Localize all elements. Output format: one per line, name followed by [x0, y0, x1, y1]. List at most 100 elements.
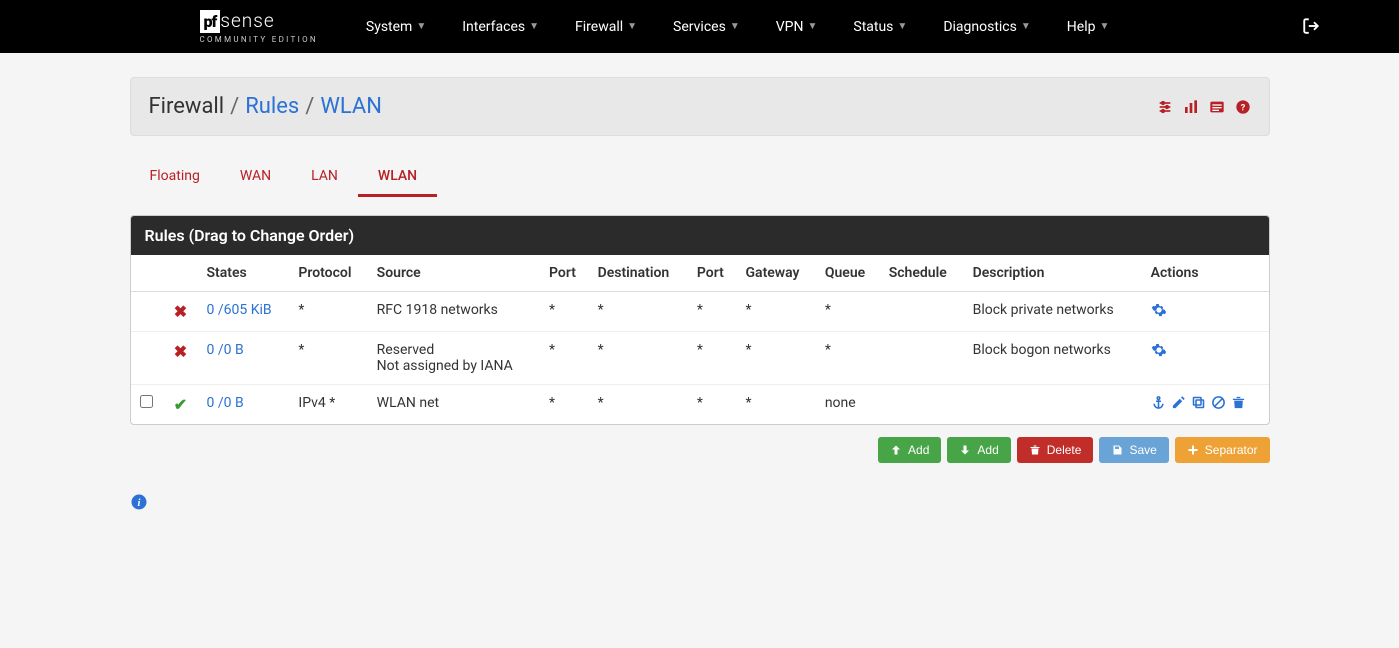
nav-status[interactable]: Status▼ [835, 3, 925, 51]
caret-icon: ▼ [730, 21, 740, 32]
add-label: Add [908, 443, 929, 457]
cell-source: RFC 1918 networks [369, 292, 541, 332]
cell-gateway: * [738, 332, 817, 385]
cell-queue: * [817, 332, 881, 385]
anchor-icon[interactable] [1151, 395, 1166, 410]
col-states: States [199, 255, 291, 292]
states-link[interactable]: 0 /0 B [207, 395, 244, 411]
col-source: Source [369, 255, 541, 292]
col-status [163, 255, 199, 292]
cell-destination: * [590, 292, 689, 332]
cell-source: WLAN net [369, 385, 541, 425]
log-icon[interactable] [1209, 99, 1225, 115]
edit-icon[interactable] [1171, 395, 1186, 410]
col-protocol: Protocol [290, 255, 368, 292]
cell-schedule [881, 292, 965, 332]
tab-lan[interactable]: LAN [291, 158, 358, 197]
cell-gateway: * [738, 292, 817, 332]
col-queue: Queue [817, 255, 881, 292]
logo-suffix: sense [220, 9, 274, 32]
caret-icon: ▼ [529, 21, 539, 32]
cell-description [965, 385, 1143, 425]
col-checkbox [131, 255, 163, 292]
top-navbar: pfsense COMMUNITY EDITION System▼ Interf… [0, 0, 1399, 53]
copy-icon[interactable] [1191, 395, 1206, 410]
col-description: Description [965, 255, 1143, 292]
nav-interfaces[interactable]: Interfaces▼ [444, 3, 557, 51]
col-gateway: Gateway [738, 255, 817, 292]
caret-icon: ▼ [416, 21, 426, 32]
states-link[interactable]: 0 /0 B [207, 342, 244, 358]
nav-menu: System▼ Interfaces▼ Firewall▼ Services▼ … [348, 3, 1127, 51]
cell-source: ReservedNot assigned by IANA [369, 332, 541, 385]
tab-wan[interactable]: WAN [220, 158, 291, 197]
col-schedule: Schedule [881, 255, 965, 292]
cell-description: Block private networks [965, 292, 1143, 332]
button-bar: Add Add Delete Save Separator [130, 437, 1270, 463]
row-checkbox[interactable] [140, 395, 153, 408]
table-row[interactable]: ✖0 /605 KiB*RFC 1918 networks*****Block … [131, 292, 1269, 332]
breadcrumb-rules[interactable]: Rules [245, 94, 299, 119]
interface-tabs: Floating WAN LAN WLAN [130, 158, 1270, 197]
cell-destination: * [590, 385, 689, 425]
col-port: Port [541, 255, 590, 292]
col-actions: Actions [1143, 255, 1269, 292]
add-top-button[interactable]: Add [878, 437, 941, 463]
nav-system[interactable]: System▼ [348, 3, 444, 51]
cell-actions [1143, 292, 1269, 332]
settings-icon[interactable] [1157, 99, 1173, 115]
pass-icon: ✔ [174, 395, 187, 414]
table-row[interactable]: ✖0 /0 B*ReservedNot assigned by IANA****… [131, 332, 1269, 385]
cell-protocol: IPv4 * [290, 385, 368, 425]
gear-icon[interactable] [1151, 342, 1261, 358]
nav-vpn[interactable]: VPN▼ [758, 3, 836, 51]
logout-icon [1302, 17, 1320, 35]
breadcrumb-wlan[interactable]: WLAN [320, 94, 382, 119]
arrow-down-icon [959, 444, 971, 456]
nav-firewall[interactable]: Firewall▼ [557, 3, 655, 51]
breadcrumb: Firewall / Rules / WLAN [149, 94, 382, 119]
rules-table: States Protocol Source Port Destination … [131, 255, 1269, 424]
block-icon: ✖ [174, 342, 187, 361]
states-link[interactable]: 0 /605 KiB [207, 302, 272, 318]
save-button[interactable]: Save [1099, 437, 1168, 463]
tab-floating[interactable]: Floating [130, 158, 220, 197]
nav-diagnostics[interactable]: Diagnostics▼ [925, 3, 1048, 51]
table-row[interactable]: ✔0 /0 BIPv4 *WLAN net****none [131, 385, 1269, 425]
disable-icon[interactable] [1211, 395, 1226, 410]
caret-icon: ▼ [807, 21, 817, 32]
cell-actions [1143, 332, 1269, 385]
cell-port1: * [541, 332, 590, 385]
col-destination: Destination [590, 255, 689, 292]
info-toggle[interactable]: i [130, 493, 148, 514]
delete-button[interactable]: Delete [1017, 437, 1094, 463]
caret-icon: ▼ [897, 21, 907, 32]
col-port: Port [689, 255, 738, 292]
caret-icon: ▼ [1021, 21, 1031, 32]
cell-port2: * [689, 385, 738, 425]
chart-icon[interactable] [1183, 99, 1199, 115]
cell-port2: * [689, 332, 738, 385]
logo[interactable]: pfsense COMMUNITY EDITION [200, 9, 318, 44]
logout-button[interactable] [1282, 17, 1340, 37]
nav-services[interactable]: Services▼ [655, 3, 758, 51]
panel-title: Rules (Drag to Change Order) [131, 216, 1269, 255]
rules-panel: Rules (Drag to Change Order) States Prot… [130, 215, 1270, 425]
gear-icon[interactable] [1151, 302, 1261, 318]
caret-icon: ▼ [1099, 21, 1109, 32]
help-icon[interactable]: ? [1235, 99, 1251, 115]
add-bottom-button[interactable]: Add [947, 437, 1010, 463]
separator-button[interactable]: Separator [1175, 437, 1270, 463]
nav-help[interactable]: Help▼ [1049, 3, 1128, 51]
logo-prefix: pf [200, 10, 221, 33]
tab-wlan[interactable]: WLAN [358, 158, 437, 197]
save-label: Save [1129, 443, 1156, 457]
cell-queue: * [817, 292, 881, 332]
cell-protocol: * [290, 332, 368, 385]
cell-queue: none [817, 385, 881, 425]
svg-text:i: i [137, 498, 140, 509]
delete-label: Delete [1047, 443, 1082, 457]
plus-icon [1187, 444, 1199, 456]
cell-schedule [881, 385, 965, 425]
trash-icon[interactable] [1231, 395, 1246, 410]
